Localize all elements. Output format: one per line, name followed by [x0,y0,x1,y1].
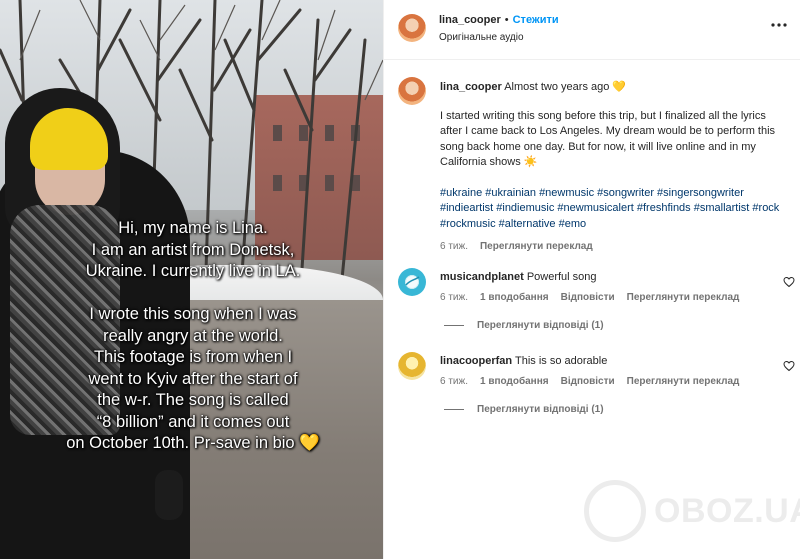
view-replies-button[interactable]: Переглянути відповіді (1) [444,404,604,415]
comment-age: 6 тиж. [440,291,468,303]
header-username[interactable]: lina_cooper [439,14,501,26]
video-player[interactable]: Hi, my name is Lina. I am an artist from… [0,0,383,559]
divider-line [444,324,464,326]
comment-username[interactable]: musicandplanet [440,271,524,283]
watermark-logo: OBOZ.UA [580,478,800,548]
comment-item: musicandplanet Powerful song 6 тиж. 1 впо… [440,270,770,303]
view-replies-label: Переглянути відповіді (1) [477,404,604,415]
caption-block: lina_cooper Almost two years ago 💛 I sta… [440,80,788,252]
comment-avatar[interactable] [398,268,426,296]
reply-button[interactable]: Відповісти [561,376,615,387]
watermark-text: OBOZ.UA [654,492,800,530]
post-panel: lina_cooper • Стежити Оригінальне аудіо li… [383,0,800,559]
comment-age: 6 тиж. [440,375,468,387]
comment-likes[interactable]: 1 вподобання [480,292,549,303]
heart-icon[interactable] [783,360,795,372]
caption-avatar[interactable] [398,77,426,105]
translate-link[interactable]: Переглянути переклад [627,292,740,303]
follow-button[interactable]: Стежити [513,14,559,26]
video-caption-overlay: Hi, my name is Lina. I am an artist from… [66,219,320,452]
caption-age: 6 тиж. [440,241,468,252]
translate-link[interactable]: Переглянути переклад [627,376,740,387]
more-horizontal-icon[interactable] [771,14,787,32]
comment-username[interactable]: linacooperfan [440,355,512,367]
caption-hashtags[interactable]: #ukraine #ukrainian #newmusic #songwrite… [440,186,788,233]
view-replies-button[interactable]: Переглянути відповіді (1) [444,320,604,331]
separator-dot: • [504,14,509,26]
heart-icon[interactable] [783,276,795,288]
comment-item: linacooperfan This is so adorable 6 тиж.… [440,354,770,387]
comment-text: Powerful song [526,271,597,283]
comment-text: This is so adorable [514,355,608,367]
caption-translate-link[interactable]: Переглянути переклад [480,241,593,252]
comment-avatar[interactable] [398,352,426,380]
caption-username[interactable]: lina_cooper [440,81,502,93]
caption-time-text: Almost two years ago 💛 [504,81,627,93]
person-glove [155,470,183,520]
audio-label[interactable]: Оригінальне аудіо [439,32,524,43]
avatar[interactable] [398,14,426,42]
planet-icon [405,276,420,288]
caption-body: I started writing this song before this … [440,109,776,169]
post-header: lina_cooper • Стежити Оригінальне аудіо [384,0,800,60]
reply-button[interactable]: Відповісти [561,292,615,303]
divider-line [444,408,464,410]
comment-likes[interactable]: 1 вподобання [480,376,549,387]
watermark-circle-icon [584,480,646,542]
view-replies-label: Переглянути відповіді (1) [477,320,604,331]
